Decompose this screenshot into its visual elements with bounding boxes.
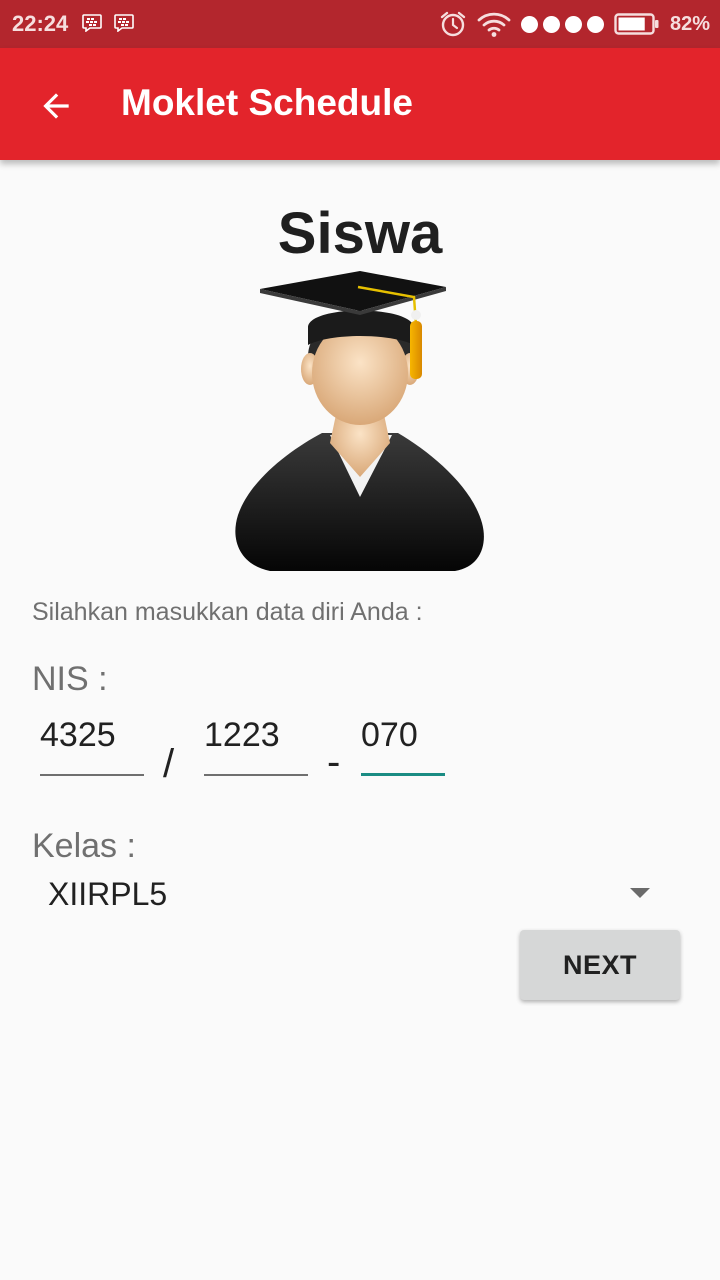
kelas-selected-value: XIIRPL5	[48, 876, 168, 912]
instruction-text: Silahkan masukkan data diri Anda :	[32, 598, 423, 626]
nis-field-1[interactable]: 4325	[40, 716, 144, 776]
bbm-icon	[114, 14, 134, 32]
nis-separator-slash: /	[163, 742, 175, 786]
kelas-spinner[interactable]: XIIRPL5	[30, 868, 670, 920]
arrow-left-icon	[43, 93, 69, 119]
next-button[interactable]: NEXT	[520, 930, 680, 1000]
nis-field-1-value: 4325	[40, 716, 116, 754]
page-title: Siswa	[277, 201, 443, 266]
nis-field-2[interactable]: 1223	[204, 716, 308, 776]
dropdown-arrow-icon	[630, 888, 650, 898]
graduate-student-icon	[235, 271, 484, 571]
app-bar: Moklet Schedule	[0, 48, 720, 160]
kelas-label: Kelas :	[32, 827, 136, 865]
battery-icon	[614, 13, 659, 35]
signal-dots-icon	[520, 15, 604, 33]
status-time: 22:24	[12, 11, 69, 36]
nis-field-3-value: 070	[361, 716, 418, 754]
nis-field-2-value: 1223	[204, 716, 280, 754]
app-title: Moklet Schedule	[121, 82, 413, 123]
nis-field-3[interactable]: 070	[361, 716, 445, 776]
nis-label: NIS :	[32, 660, 108, 698]
bbm-icon	[82, 14, 102, 32]
status-bar: 22:24 82%	[0, 0, 720, 48]
back-button[interactable]	[28, 78, 84, 134]
nis-separator-dash: -	[327, 740, 341, 784]
alarm-icon	[440, 11, 466, 37]
status-icons: 82%	[439, 0, 710, 48]
wifi-icon	[477, 12, 511, 37]
battery-percent: 82%	[669, 12, 710, 35]
